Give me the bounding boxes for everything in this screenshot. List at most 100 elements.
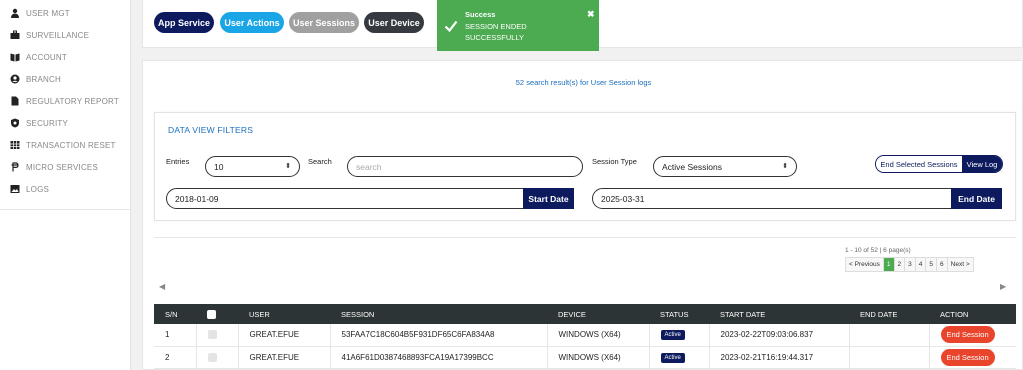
sidebar-item-label: ACCOUNT [26, 52, 67, 62]
select-arrows-icon: ⬍ [782, 163, 788, 170]
success-toast: Success SESSION ENDED SUCCESSFULLY [437, 0, 599, 51]
session-type-label: Session Type [592, 157, 637, 166]
cell-sn: 2 [154, 346, 197, 369]
toast-title: Success [465, 10, 496, 19]
end-date-button[interactable]: End Date [951, 188, 1002, 209]
tab-app-service[interactable]: App Service [154, 12, 214, 33]
pagination: < Previous 1 2 3 4 5 6 Next > [845, 257, 974, 272]
scroll-right-icon[interactable]: ▶ [1000, 282, 1006, 291]
table-icon [10, 140, 20, 150]
sidebar-item-label: SURVEILLANCE [26, 30, 90, 40]
start-date-input[interactable]: 2018-01-09 [166, 188, 524, 209]
session-actions-group: End Selected Sessions View Log [875, 155, 1003, 173]
previous-page-button[interactable]: < Previous [846, 258, 884, 271]
cell-select [196, 346, 239, 369]
briefcase-icon [10, 30, 20, 40]
status-badge: Active [660, 352, 685, 363]
cell-device: WINDOWS (X64) [547, 346, 650, 369]
person-circle-icon [10, 74, 20, 84]
sidebar-item-label: BRANCH [26, 74, 61, 84]
search-result-count: 52 search result(s) for User Session log… [515, 78, 652, 87]
cell-end-date [849, 324, 930, 347]
section-divider [154, 237, 1016, 238]
sidebar-item-label: USER MGT [26, 8, 70, 18]
sidebar-divider [0, 209, 131, 210]
cell-session: 41A6F61D0387468893FCA19A17399BCC [330, 346, 548, 369]
cell-session: 53FAA7C18C604B5F931DF65C6FA834A8 [330, 324, 548, 347]
page-button-4[interactable]: 4 [915, 258, 927, 271]
tab-user-device[interactable]: User Device [364, 12, 424, 33]
header-start-date: START DATE [709, 304, 849, 324]
check-icon [444, 20, 458, 33]
end-date-input[interactable]: 2025-03-31 [592, 188, 952, 209]
filters-title: DATA VIEW FILTERS [168, 125, 254, 135]
sidebar: USER MGT SURVEILLANCE ACCOUNT BRANCH REG… [0, 0, 131, 370]
image-icon [10, 184, 20, 194]
row-checkbox[interactable] [207, 330, 217, 340]
search-label: Search [308, 157, 332, 166]
sidebar-item-label: REGULATORY REPORT [26, 96, 119, 106]
sidebar-item-transaction-reset[interactable]: TRANSACTION RESET [0, 134, 131, 156]
sidebar-item-label: TRANSACTION RESET [26, 140, 116, 150]
page-button-1[interactable]: 1 [883, 258, 895, 271]
main-panel: 52 search result(s) for User Session log… [142, 60, 1023, 370]
sidebar-nav: USER MGT SURVEILLANCE ACCOUNT BRANCH REG… [0, 2, 131, 200]
sidebar-item-label: SECURITY [26, 118, 69, 128]
close-icon[interactable]: ✖ [587, 9, 595, 20]
cell-action: End Session [929, 346, 1016, 369]
view-log-button[interactable]: View Log [962, 156, 1002, 172]
cell-status: Active [649, 346, 710, 369]
cell-start-date: 2023-02-22T09:03:06.837 [709, 324, 850, 347]
table-row: 1 GREAT.EFUE 53FAA7C18C604B5F931DF65C6FA… [154, 324, 1016, 347]
currency-icon [10, 162, 20, 172]
sidebar-item-account[interactable]: ACCOUNT [0, 46, 131, 68]
sidebar-item-user-mgt[interactable]: USER MGT [0, 2, 131, 24]
sidebar-item-regulatory-report[interactable]: REGULATORY REPORT [0, 90, 131, 112]
header-status: STATUS [649, 304, 709, 324]
end-session-button[interactable]: End Session [940, 348, 995, 366]
header-sn: S/N [154, 304, 196, 324]
sidebar-item-branch[interactable]: BRANCH [0, 68, 131, 90]
file-icon [10, 96, 20, 106]
shield-icon [10, 118, 20, 128]
table-row: 2 GREAT.EFUE 41A6F61D0387468893FCA19A173… [154, 346, 1016, 369]
end-selected-sessions-button[interactable]: End Selected Sessions [876, 156, 962, 172]
start-date-button[interactable]: Start Date [523, 188, 574, 209]
cell-action: End Session [929, 324, 1016, 347]
tab-user-actions[interactable]: User Actions [220, 12, 284, 33]
session-type-select[interactable]: Active Sessions ⬍ [653, 156, 797, 177]
scroll-left-icon[interactable]: ◀ [159, 282, 165, 291]
page-button-5[interactable]: 5 [926, 258, 938, 271]
search-input[interactable]: search [347, 156, 583, 177]
toast-message: SESSION ENDED SUCCESSFULLY [465, 22, 527, 42]
cell-select [196, 324, 239, 347]
end-session-button[interactable]: End Session [940, 326, 995, 344]
select-all-checkbox[interactable] [207, 309, 216, 319]
page-button-6[interactable]: 6 [937, 258, 948, 271]
user-icon [10, 8, 20, 18]
session-type-value: Active Sessions [662, 161, 722, 172]
tab-user-sessions[interactable]: User Sessions [289, 12, 359, 33]
cell-user: GREAT.EFUE [238, 324, 331, 347]
cell-start-date: 2023-02-21T16:19:44.317 [709, 346, 850, 369]
sidebar-item-micro-services[interactable]: MICRO SERVICES [0, 156, 131, 178]
row-checkbox[interactable] [207, 352, 217, 362]
pagination-info: 1 - 10 of 52 | 6 page(s) [845, 247, 911, 254]
next-page-button[interactable]: Next > [947, 258, 973, 271]
sidebar-item-logs[interactable]: LOGS [0, 178, 131, 200]
page-button-3[interactable]: 3 [905, 258, 916, 271]
entries-select[interactable]: 10 ⬍ [205, 156, 300, 177]
entries-value: 10 [214, 161, 224, 172]
header-session: SESSION [330, 304, 547, 324]
sidebar-item-label: MICRO SERVICES [26, 162, 98, 172]
header-user: USER [238, 304, 330, 324]
cell-sn: 1 [154, 324, 197, 347]
sidebar-item-surveillance[interactable]: SURVEILLANCE [0, 24, 131, 46]
header-action: ACTION [929, 304, 1016, 324]
sidebar-item-security[interactable]: SECURITY [0, 112, 131, 134]
page-button-2[interactable]: 2 [894, 258, 906, 271]
entries-label: Entries [166, 157, 190, 166]
select-arrows-icon: ⬍ [285, 163, 291, 170]
table-header-row: S/N USER SESSION DEVICE STATUS START DAT… [154, 304, 1016, 324]
cell-status: Active [649, 324, 710, 347]
